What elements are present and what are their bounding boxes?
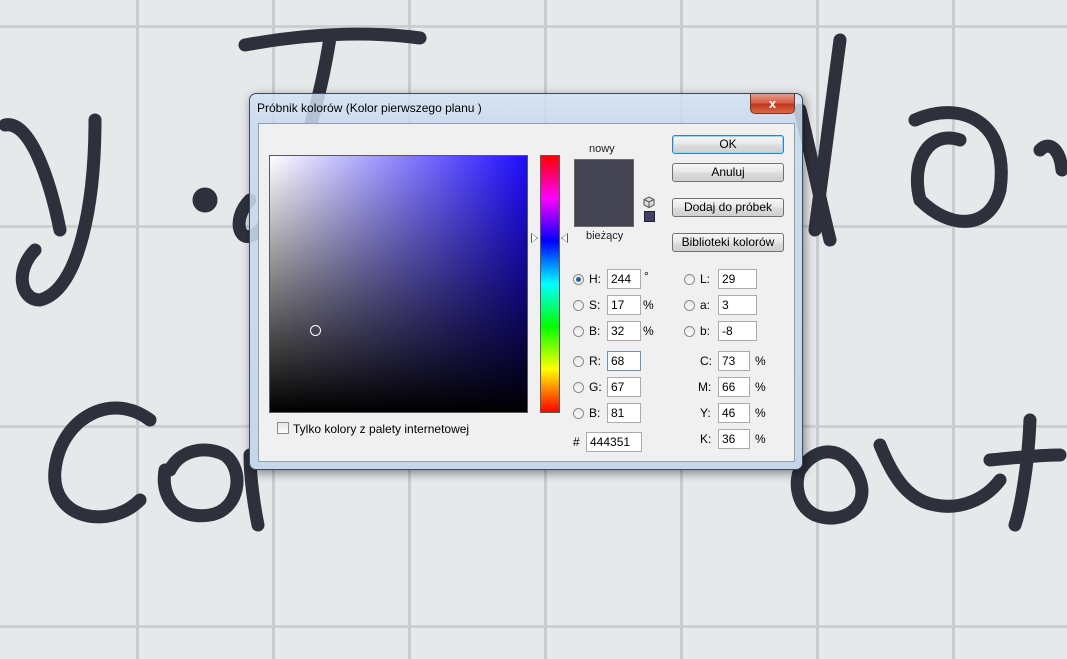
c-input[interactable]: 73	[718, 351, 750, 371]
close-button[interactable]: x	[750, 94, 795, 114]
radio-h[interactable]	[573, 274, 584, 285]
hex-input[interactable]: 444351	[586, 432, 642, 452]
h-label: H:	[589, 272, 601, 286]
radio-l[interactable]	[684, 274, 695, 285]
new-color-swatch	[575, 160, 633, 193]
lab-b-input[interactable]: -8	[718, 321, 757, 341]
radio-a[interactable]	[684, 300, 695, 311]
g-input[interactable]: 67	[607, 377, 641, 397]
s-input[interactable]: 17	[607, 295, 641, 315]
cancel-button[interactable]: Anuluj	[672, 163, 784, 182]
color-picker-circle[interactable]	[310, 325, 321, 336]
ok-button[interactable]: OK	[672, 135, 784, 154]
a-label: a:	[700, 298, 711, 312]
c-label: C:	[700, 354, 712, 368]
web-colors-only-checkbox[interactable]	[277, 422, 289, 434]
hue-slider-left-arrow-icon[interactable]	[531, 233, 538, 243]
r-label: R:	[589, 354, 601, 368]
k-unit: %	[755, 432, 766, 446]
radio-g[interactable]	[573, 382, 584, 393]
brightness-unit: %	[643, 324, 654, 338]
blue-label: B:	[589, 406, 601, 420]
dialog-title: Próbnik kolorów (Kolor pierwszego planu …	[257, 101, 482, 115]
lab-b-label: b:	[700, 324, 711, 338]
l-label: L:	[700, 272, 711, 286]
add-to-swatches-button[interactable]: Dodaj do próbek	[672, 198, 784, 217]
radio-brightness[interactable]	[573, 326, 584, 337]
g-label: G:	[589, 380, 602, 394]
a-input[interactable]: 3	[718, 295, 757, 315]
k-input[interactable]: 36	[718, 429, 750, 449]
s-label: S:	[589, 298, 601, 312]
color-picker-dialog: Próbnik kolorów (Kolor pierwszego planu …	[249, 93, 803, 470]
hex-label: #	[573, 435, 580, 449]
k-label: K:	[700, 432, 712, 446]
y-unit: %	[755, 406, 766, 420]
brightness-input[interactable]: 32	[607, 321, 641, 341]
radio-r[interactable]	[573, 356, 584, 367]
out-of-gamut-cube-icon[interactable]	[643, 196, 655, 208]
s-unit: %	[643, 298, 654, 312]
hue-slider[interactable]	[540, 155, 560, 413]
saturation-brightness-field[interactable]	[269, 155, 528, 413]
web-colors-only-label: Tylko kolory z palety internetowej	[293, 422, 470, 436]
y-label: Y:	[700, 406, 711, 420]
c-unit: %	[755, 354, 766, 368]
current-color-swatch[interactable]	[575, 193, 633, 226]
radio-lab-b[interactable]	[684, 326, 695, 337]
current-color-label: bieżący	[586, 230, 624, 242]
blue-input[interactable]: 81	[607, 403, 641, 423]
radio-blue[interactable]	[573, 408, 584, 419]
r-input[interactable]: 68	[607, 351, 641, 371]
hue-slider-right-arrow-icon[interactable]	[561, 233, 568, 243]
m-input[interactable]: 66	[718, 377, 750, 397]
dialog-client-area: nowy bieżący OK Anuluj Dodaj do próbek B…	[258, 123, 795, 462]
brightness-label: B:	[589, 324, 601, 338]
color-preview-swatch	[574, 159, 634, 227]
close-icon: x	[768, 96, 777, 111]
radio-s[interactable]	[573, 300, 584, 311]
h-unit: °	[644, 269, 649, 283]
l-input[interactable]: 29	[718, 269, 757, 289]
m-unit: %	[755, 380, 766, 394]
h-input[interactable]: 244	[607, 269, 641, 289]
new-color-label: nowy	[589, 143, 615, 155]
y-input[interactable]: 46	[718, 403, 750, 423]
color-libraries-button[interactable]: Biblioteki kolorów	[672, 233, 784, 252]
web-safe-color-swatch[interactable]	[644, 211, 655, 222]
m-label: M:	[698, 380, 712, 394]
